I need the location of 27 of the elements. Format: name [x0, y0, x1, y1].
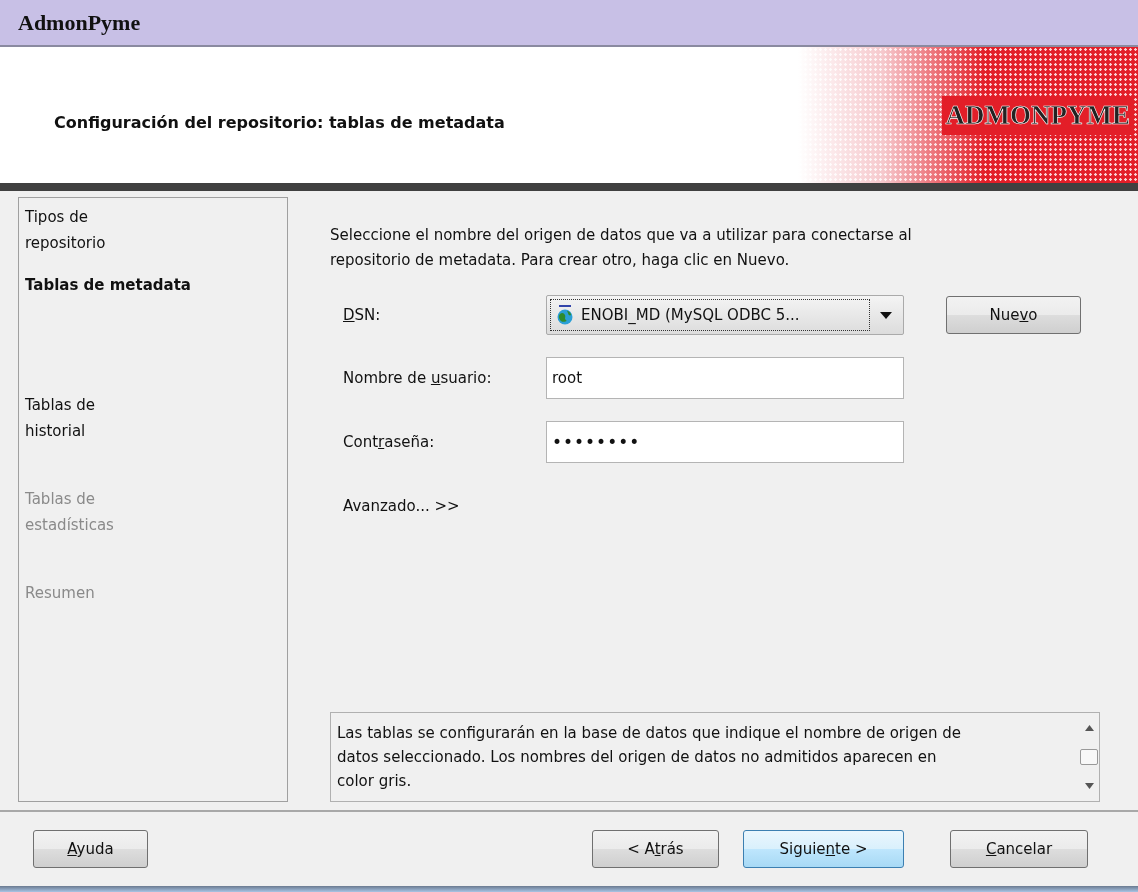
- password-label: Contraseña:: [343, 433, 436, 451]
- help-button[interactable]: Ayuda: [33, 830, 148, 868]
- step-item: Resumen: [25, 583, 95, 604]
- scroll-up-icon[interactable]: [1084, 725, 1094, 731]
- step-item: Tablas de metadata: [25, 275, 191, 296]
- password-field[interactable]: ••••••••: [546, 421, 904, 463]
- dsn-dropdown[interactable]: ENOBI_MD (MySQL ODBC 5...: [546, 295, 904, 335]
- username-label: Nombre de usuario:: [343, 369, 493, 387]
- info-text: Las tablas se configurarán en la base de datos que indique el nombre de origen de datos seleccionado. Los nombres del origen de datos no admitidos aparecen en color gris.: [336, 723, 962, 792]
- window-title: AdmonPyme: [18, 9, 141, 36]
- logo: ADMONPYME: [941, 95, 1134, 135]
- scroll-thumb[interactable]: [1080, 749, 1098, 765]
- back-button[interactable]: < Atrás: [592, 830, 719, 868]
- globe-icon: [555, 305, 575, 325]
- dsn-label: DSN:: [343, 306, 382, 324]
- next-button[interactable]: Siguiente >: [743, 830, 904, 868]
- step-item: Tipos de repositorio: [25, 207, 107, 254]
- page-title: Configuración del repositorio: tablas de metadata: [54, 112, 505, 132]
- instruction-text: Seleccione el nombre del origen de datos que va a utilizar para conectarse al repositorio de metadata. Para crear otro, haga clic en Nuevo.: [330, 225, 913, 271]
- cancel-button[interactable]: Cancelar: [950, 830, 1088, 868]
- step-item: Tablas de historial: [25, 395, 97, 442]
- step-item: Tablas de estadísticas: [25, 489, 115, 536]
- username-field[interactable]: root: [546, 357, 904, 399]
- new-button[interactable]: Nuevo: [946, 296, 1081, 334]
- advanced-link[interactable]: Avanzado... >>: [343, 497, 1100, 515]
- scroll-down-icon[interactable]: [1084, 783, 1094, 789]
- caret-icon: [880, 311, 892, 319]
